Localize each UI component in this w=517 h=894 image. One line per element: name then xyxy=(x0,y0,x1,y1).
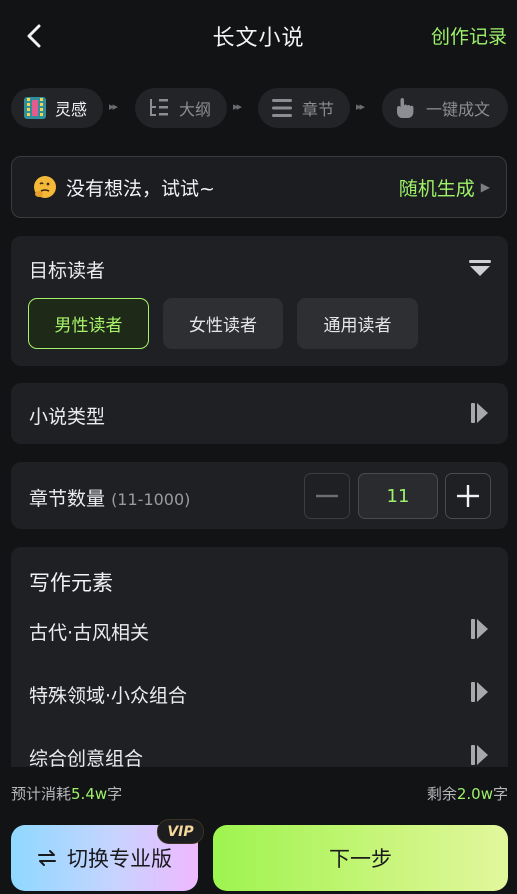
chevron-right-icon[interactable] xyxy=(471,619,489,639)
reader-option-male[interactable]: 男性读者 xyxy=(28,298,149,349)
chevron-right-icon[interactable] xyxy=(471,745,489,765)
decrement-button[interactable] xyxy=(304,473,350,519)
outline-icon xyxy=(150,99,168,116)
estimated-cost: 预计消耗5.4w字 xyxy=(11,785,123,803)
chapter-count-label: 章节数量 (11-1000) xyxy=(29,488,191,510)
chevron-right-icon xyxy=(471,403,488,423)
step-inspiration[interactable]: 灵感 xyxy=(11,88,103,128)
thinking-face-icon xyxy=(34,176,56,198)
next-step-button[interactable]: 下一步 xyxy=(213,825,508,891)
step-label: 灵感 xyxy=(55,100,88,119)
film-icon xyxy=(24,97,46,119)
element-item[interactable]: 古代·古风相关 xyxy=(29,618,149,645)
step-label: 大纲 xyxy=(179,100,212,119)
element-item[interactable]: 特殊领域·小众组合 xyxy=(29,681,187,708)
creation-history-link[interactable]: 创作记录 xyxy=(431,22,507,49)
step-label: 章节 xyxy=(302,100,335,119)
chevron-right-icon[interactable] xyxy=(471,682,489,702)
random-idea-bar[interactable]: 没有想法，试试~ 随机生成 ▶ xyxy=(11,156,507,218)
random-generate-button[interactable]: 随机生成 xyxy=(399,174,475,201)
idea-prompt: 没有想法，试试~ xyxy=(66,177,215,200)
step-arrow-icon: ▸▸ xyxy=(233,100,242,113)
collapse-toggle-icon[interactable] xyxy=(468,258,492,282)
writing-elements-title: 写作元素 xyxy=(29,571,113,595)
novel-type-label: 小说类型 xyxy=(29,406,106,428)
target-reader-label: 目标读者 xyxy=(29,260,106,282)
plus-icon xyxy=(457,485,479,507)
reader-option-female[interactable]: 女性读者 xyxy=(163,298,283,349)
reader-option-general[interactable]: 通用读者 xyxy=(297,298,418,349)
step-arrow-icon: ▸▸ xyxy=(109,100,118,113)
swap-icon xyxy=(38,850,56,866)
step-chapters[interactable]: 章节 xyxy=(258,88,350,128)
step-one-click[interactable]: 一键成文 xyxy=(382,88,508,128)
chapters-icon xyxy=(272,99,292,117)
step-arrow-icon: ▸▸ xyxy=(356,100,365,113)
chapter-count-range: (11-1000) xyxy=(111,490,191,509)
hand-tap-icon xyxy=(397,98,414,118)
minus-icon xyxy=(316,494,338,498)
vip-badge: VIP xyxy=(157,819,204,844)
step-label: 一键成文 xyxy=(426,100,491,119)
switch-pro-label: 切换专业版 xyxy=(67,847,172,871)
chapter-count-input[interactable]: 11 xyxy=(358,473,438,519)
step-outline[interactable]: 大纲 xyxy=(135,88,227,128)
increment-button[interactable] xyxy=(445,473,491,519)
play-triangle-icon: ▶ xyxy=(480,180,490,194)
remaining-balance: 剩余2.0w字 xyxy=(426,785,508,803)
